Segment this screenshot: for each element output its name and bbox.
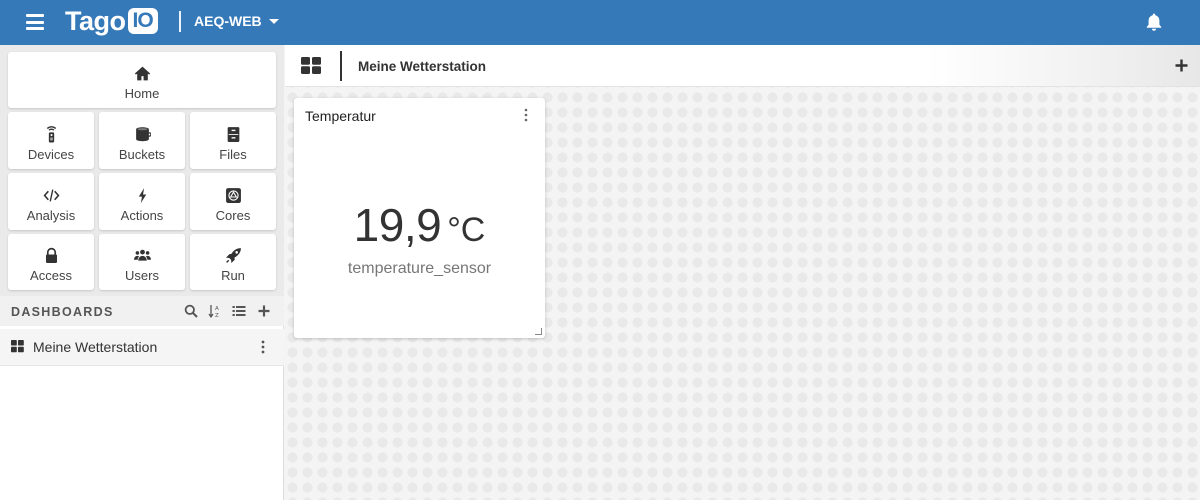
dashboards-header: DASHBOARDS AZ — [0, 296, 284, 326]
top-bar: Tago IO AEQ-WEB — [0, 0, 1200, 45]
list-icon[interactable] — [232, 304, 246, 318]
remote-device-icon — [46, 126, 56, 143]
widget-temperature[interactable]: Temperatur 19,9 °C temperature_sensor — [294, 98, 545, 338]
dashboard-list-item[interactable]: Meine Wetterstation — [0, 329, 284, 366]
widget-title: Temperatur — [305, 108, 376, 124]
widget-unit: °C — [447, 211, 486, 249]
nav-tile-label: Users — [125, 268, 159, 283]
chevron-down-icon — [268, 19, 279, 24]
nav-tile-users[interactable]: Users — [99, 234, 185, 290]
nav-tile-analysis[interactable]: Analysis — [8, 173, 94, 230]
nav-tile-cores[interactable]: Cores — [190, 173, 276, 230]
plus-icon[interactable] — [257, 304, 271, 318]
widget-value-display: 19,9 °C — [294, 198, 545, 252]
svg-text:A: A — [215, 306, 219, 312]
sort-alpha-icon[interactable]: AZ — [208, 304, 222, 318]
logo-box-text: IO — [127, 8, 158, 34]
search-icon[interactable] — [184, 304, 198, 318]
account-name: AEQ-WEB — [194, 13, 262, 29]
bucket-icon — [135, 127, 151, 142]
cores-icon — [225, 188, 241, 203]
sidebar: Home Devices Buckets Files Analysis Acti… — [0, 45, 284, 500]
nav-tile-label: Devices — [27, 147, 75, 162]
more-vertical-icon[interactable] — [259, 339, 267, 355]
nav-tile-label: Buckets — [118, 147, 166, 162]
file-cabinet-icon — [227, 127, 239, 142]
grid-icon[interactable] — [301, 57, 321, 74]
code-icon — [43, 189, 59, 202]
grid-icon — [11, 340, 24, 353]
dashboard-canvas: Meine Wetterstation Temperatur 19,9 °C te… — [285, 45, 1200, 500]
nav-tile-label: Home — [124, 86, 160, 101]
nav-tile-label: Files — [219, 147, 247, 162]
nav-tile-label: Access — [30, 268, 72, 283]
svg-text:Z: Z — [215, 313, 219, 318]
nav-tile-run[interactable]: Run — [190, 234, 276, 290]
resize-handle[interactable] — [535, 328, 542, 335]
widget-value: 19,9 — [353, 199, 442, 251]
nav-tile-access[interactable]: Access — [8, 234, 94, 290]
widget-variable-name: temperature_sensor — [347, 260, 492, 277]
bolt-icon — [138, 188, 146, 203]
nav-tile-buckets[interactable]: Buckets — [99, 112, 185, 169]
home-icon — [134, 66, 150, 81]
hamburger-icon[interactable] — [26, 14, 44, 30]
nav-tile-devices[interactable]: Devices — [8, 112, 94, 169]
users-icon — [133, 249, 151, 261]
dashboard-tab-bar: Meine Wetterstation — [285, 45, 1200, 87]
nav-tile-label: Analysis — [26, 208, 76, 223]
nav-tile-label: Actions — [120, 208, 164, 223]
nav-tiles: Home Devices Buckets Files Analysis Acti… — [0, 45, 284, 296]
bell-icon[interactable] — [1144, 12, 1164, 32]
nav-tile-actions[interactable]: Actions — [99, 173, 185, 230]
dashboards-title: DASHBOARDS — [11, 305, 114, 319]
logo[interactable]: Tago IO — [65, 6, 158, 36]
account-selector[interactable]: AEQ-WEB — [194, 13, 279, 29]
plus-icon[interactable] — [1175, 59, 1188, 72]
lock-icon — [45, 247, 57, 263]
dashboard-name: Meine Wetterstation — [33, 339, 158, 355]
more-vertical-icon[interactable] — [523, 108, 529, 122]
nav-tile-files[interactable]: Files — [190, 112, 276, 169]
nav-tile-label: Run — [221, 268, 245, 283]
logo-text: Tago — [65, 6, 126, 36]
tab-dashboard-title[interactable]: Meine Wetterstation — [358, 59, 486, 74]
header-divider — [179, 11, 181, 32]
nav-tile-label: Cores — [215, 208, 251, 223]
nav-tile-home[interactable]: Home — [8, 52, 276, 108]
rocket-icon — [225, 248, 241, 263]
tab-divider — [340, 51, 342, 81]
